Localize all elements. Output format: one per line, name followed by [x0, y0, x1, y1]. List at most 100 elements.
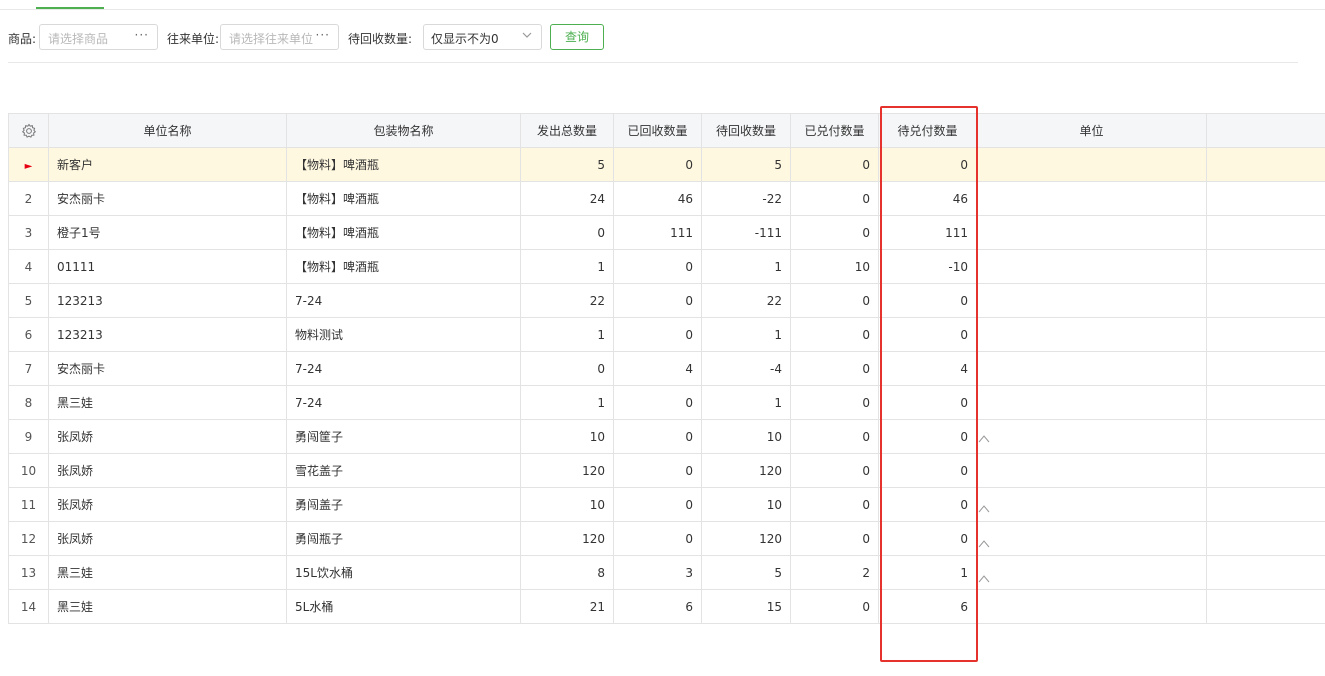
table-row[interactable]: 6 123213 物料测试 1 0 1 0 0	[8, 317, 1325, 352]
table-row[interactable]: 3 橙子1号 【物料】啤酒瓶 0 111 -111 0 111	[8, 215, 1325, 250]
cell-unit-name[interactable]: 张凤娇	[48, 487, 287, 522]
cell-unit-name[interactable]: 123213	[48, 283, 287, 318]
cell-unit[interactable]	[976, 317, 1207, 352]
cell-unit[interactable]	[976, 385, 1207, 420]
cell-pending-redeem[interactable]: 0	[878, 453, 977, 488]
cell-pending-recover[interactable]: 22	[701, 283, 791, 318]
cell-unit[interactable]	[976, 419, 1207, 454]
cell-unit-name[interactable]: 橙子1号	[48, 215, 287, 250]
table-row[interactable]: 4 01111 【物料】啤酒瓶 1 0 1 10 -10	[8, 249, 1325, 284]
cell-sent-total[interactable]: 0	[520, 351, 614, 386]
cell-sent-total[interactable]: 10	[520, 487, 614, 522]
cell-unit[interactable]	[976, 249, 1207, 284]
cell-redeemed[interactable]: 0	[790, 317, 879, 352]
cell-sent-total[interactable]: 1	[520, 385, 614, 420]
cell-redeemed[interactable]: 0	[790, 181, 879, 216]
cell-pending-recover[interactable]: 10	[701, 487, 791, 522]
cell-unit-name[interactable]: 安杰丽卡	[48, 181, 287, 216]
cell-pending-redeem[interactable]: 111	[878, 215, 977, 250]
partner-more-icon[interactable]: ···	[316, 28, 330, 42]
cell-recovered[interactable]: 0	[613, 249, 702, 284]
cell-unit-name[interactable]: 黑三娃	[48, 589, 287, 624]
cell-pending-recover[interactable]: 15	[701, 589, 791, 624]
cell-pending-redeem[interactable]: 46	[878, 181, 977, 216]
cell-recovered[interactable]: 6	[613, 589, 702, 624]
cell-pending-recover[interactable]: -111	[701, 215, 791, 250]
cell-recovered[interactable]: 0	[613, 147, 702, 182]
cell-package-name[interactable]: 勇闯瓶子	[286, 521, 521, 556]
cell-pending-redeem[interactable]: 0	[878, 317, 977, 352]
cell-redeemed[interactable]: 10	[790, 249, 879, 284]
cell-package-name[interactable]: 勇闯盖子	[286, 487, 521, 522]
table-row[interactable]: 10 张凤娇 雪花盖子 120 0 120 0 0	[8, 453, 1325, 488]
cell-unit[interactable]	[976, 351, 1207, 386]
table-row[interactable]: ► 新客户 【物料】啤酒瓶 5 0 5 0 0	[8, 147, 1325, 182]
cell-sent-total[interactable]: 10	[520, 419, 614, 454]
cell-recovered[interactable]: 0	[613, 385, 702, 420]
pending-recover-select[interactable]: 仅显示不为0	[423, 24, 542, 50]
cell-sent-total[interactable]: 0	[520, 215, 614, 250]
cell-package-name[interactable]: 7-24	[286, 385, 521, 420]
cell-pending-redeem[interactable]: 6	[878, 589, 977, 624]
cell-pending-recover[interactable]: 1	[701, 249, 791, 284]
cell-pending-redeem[interactable]: 0	[878, 419, 977, 454]
cell-recovered[interactable]: 0	[613, 283, 702, 318]
cell-pending-recover[interactable]: 120	[701, 521, 791, 556]
cell-recovered[interactable]: 0	[613, 521, 702, 556]
header-package-name[interactable]: 包装物名称	[286, 113, 521, 148]
cell-redeemed[interactable]: 0	[790, 589, 879, 624]
cell-sent-total[interactable]: 21	[520, 589, 614, 624]
cell-recovered[interactable]: 111	[613, 215, 702, 250]
product-more-icon[interactable]: ···	[135, 28, 149, 42]
cell-pending-redeem[interactable]: 0	[878, 521, 977, 556]
cell-package-name[interactable]: 物料测试	[286, 317, 521, 352]
cell-pending-recover[interactable]: 10	[701, 419, 791, 454]
cell-redeemed[interactable]: 0	[790, 419, 879, 454]
cell-unit-name[interactable]: 张凤娇	[48, 453, 287, 488]
cell-unit[interactable]	[976, 147, 1207, 182]
header-redeemed[interactable]: 已兑付数量	[790, 113, 879, 148]
cell-pending-redeem[interactable]: 0	[878, 487, 977, 522]
cell-unit[interactable]	[976, 215, 1207, 250]
cell-pending-recover[interactable]: -22	[701, 181, 791, 216]
header-unit[interactable]: 单位	[976, 113, 1207, 148]
table-row[interactable]: 14 黑三娃 5L水桶 21 6 15 0 6	[8, 589, 1325, 624]
cell-unit[interactable]	[976, 555, 1207, 590]
cell-package-name[interactable]: 雪花盖子	[286, 453, 521, 488]
header-unit-name[interactable]: 单位名称	[48, 113, 287, 148]
table-row[interactable]: 2 安杰丽卡 【物料】啤酒瓶 24 46 -22 0 46	[8, 181, 1325, 216]
cell-sent-total[interactable]: 5	[520, 147, 614, 182]
cell-unit-name[interactable]: 黑三娃	[48, 385, 287, 420]
cell-unit-name[interactable]: 01111	[48, 249, 287, 284]
cell-sent-total[interactable]: 8	[520, 555, 614, 590]
cell-recovered[interactable]: 0	[613, 317, 702, 352]
cell-package-name[interactable]: 【物料】啤酒瓶	[286, 215, 521, 250]
cell-unit-name[interactable]: 黑三娃	[48, 555, 287, 590]
cell-pending-redeem[interactable]: 4	[878, 351, 977, 386]
cell-sent-total[interactable]: 120	[520, 521, 614, 556]
cell-unit[interactable]	[976, 283, 1207, 318]
column-settings[interactable]	[8, 113, 49, 148]
table-row[interactable]: 7 安杰丽卡 7-24 0 4 -4 0 4	[8, 351, 1325, 386]
table-row[interactable]: 9 张凤娇 勇闯筐子 10 0 10 0 0	[8, 419, 1325, 454]
header-pending-redeem[interactable]: 待兑付数量	[878, 113, 977, 148]
cell-pending-recover[interactable]: 120	[701, 453, 791, 488]
cell-pending-redeem[interactable]: 0	[878, 283, 977, 318]
cell-unit-name[interactable]: 新客户	[48, 147, 287, 182]
cell-package-name[interactable]: 【物料】啤酒瓶	[286, 181, 521, 216]
cell-pending-redeem[interactable]: 1	[878, 555, 977, 590]
query-button[interactable]: 查询	[550, 24, 604, 50]
cell-package-name[interactable]: 【物料】啤酒瓶	[286, 147, 521, 182]
cell-package-name[interactable]: 5L水桶	[286, 589, 521, 624]
cell-sent-total[interactable]: 22	[520, 283, 614, 318]
cell-pending-recover[interactable]: -4	[701, 351, 791, 386]
cell-redeemed[interactable]: 0	[790, 521, 879, 556]
table-row[interactable]: 12 张凤娇 勇闯瓶子 120 0 120 0 0	[8, 521, 1325, 556]
cell-pending-redeem[interactable]: -10	[878, 249, 977, 284]
cell-recovered[interactable]: 0	[613, 487, 702, 522]
cell-unit-name[interactable]: 123213	[48, 317, 287, 352]
cell-pending-recover[interactable]: 1	[701, 385, 791, 420]
cell-unit[interactable]	[976, 487, 1207, 522]
cell-recovered[interactable]: 4	[613, 351, 702, 386]
cell-unit[interactable]	[976, 521, 1207, 556]
